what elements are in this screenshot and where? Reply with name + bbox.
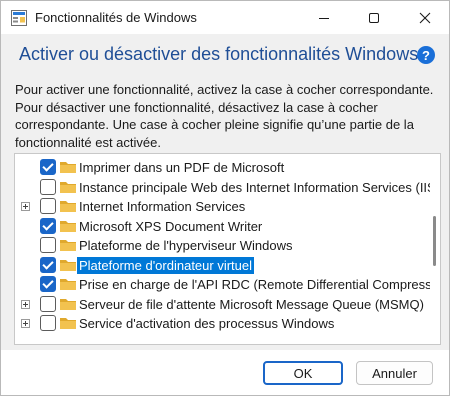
feature-label: Instance principale Web des Internet Inf… <box>79 179 436 195</box>
page-heading: Activer ou désactiver des fonctionnalité… <box>19 44 419 64</box>
folder-icon <box>60 259 76 271</box>
feature-row[interactable]: Plateforme d'ordinateur virtuel <box>15 256 425 275</box>
feature-row[interactable]: Plateforme de l'hyperviseur Windows <box>15 236 425 255</box>
dialog-footer: OK Annuler <box>1 350 449 395</box>
folder-icon <box>60 240 76 251</box>
feature-checkbox[interactable] <box>40 198 56 214</box>
feature-checkbox[interactable] <box>40 256 56 273</box>
folder-icon <box>60 201 76 212</box>
folder-icon <box>60 162 76 173</box>
title-bar[interactable]: Fonctionnalités de Windows <box>1 1 449 34</box>
windows-features-app-icon <box>11 10 27 26</box>
folder-icon <box>60 318 76 329</box>
feature-checkbox[interactable] <box>40 315 56 331</box>
expand-icon[interactable] <box>21 319 30 328</box>
feature-checkbox[interactable] <box>40 276 56 292</box>
feature-label: Microsoft XPS Document Writer <box>79 218 263 234</box>
feature-label: Plateforme d'ordinateur virtuel <box>77 256 255 274</box>
feature-row[interactable]: Service d'activation des processus Windo… <box>15 314 425 333</box>
close-button[interactable] <box>402 1 448 34</box>
maximize-icon <box>369 12 379 23</box>
close-icon <box>419 12 431 23</box>
feature-checkbox[interactable] <box>40 295 56 312</box>
folder-icon <box>60 298 76 310</box>
ok-button[interactable]: OK <box>263 361 343 385</box>
feature-row[interactable]: Instance principale Web des Internet Inf… <box>15 178 436 197</box>
feature-checkbox[interactable] <box>40 178 56 195</box>
feature-label: Serveur de file d'attente Microsoft Mess… <box>79 296 424 312</box>
feature-checkbox[interactable] <box>40 159 56 175</box>
content-area: Activer ou désactiver des fonctionnalité… <box>1 34 449 350</box>
expand-icon[interactable] <box>21 202 30 211</box>
feature-label: Service d'activation des processus Windo… <box>79 316 335 331</box>
feature-checkbox[interactable] <box>40 237 56 253</box>
help-icon[interactable]: ? <box>417 46 435 64</box>
folder-icon <box>60 279 76 290</box>
scrollbar-thumb[interactable] <box>433 216 436 266</box>
expand-icon[interactable] <box>21 299 30 309</box>
feature-row[interactable]: Microsoft XPS Document Writer <box>15 217 425 236</box>
feature-label: Plateforme de l'hyperviseur Windows <box>79 238 293 253</box>
feature-label: Prise en charge de l'API RDC (Remote Dif… <box>79 277 435 292</box>
folder-icon <box>60 220 76 232</box>
minimize-icon <box>319 17 329 19</box>
features-dialog: Fonctionnalités de Windows Activer ou dé… <box>0 0 450 396</box>
feature-row[interactable]: Imprimer dans un PDF de Microsoft <box>15 158 425 177</box>
scrollbar-track[interactable] <box>430 154 440 344</box>
feature-row[interactable]: Internet Information Services <box>15 197 425 216</box>
feature-checkbox[interactable] <box>40 217 56 234</box>
description-text: Pour activer une fonctionnalité, activez… <box>15 82 434 150</box>
folder-icon <box>60 181 76 193</box>
cancel-button[interactable]: Annuler <box>356 361 433 385</box>
maximize-button[interactable] <box>351 1 397 34</box>
feature-label: Imprimer dans un PDF de Microsoft <box>79 160 285 175</box>
feature-row[interactable]: Serveur de file d'attente Microsoft Mess… <box>15 295 425 314</box>
window-title: Fonctionnalités de Windows <box>35 10 197 25</box>
features-tree[interactable]: Imprimer dans un PDF de Microsoft Instanc… <box>14 153 441 345</box>
feature-row[interactable]: Prise en charge de l'API RDC (Remote Dif… <box>15 275 435 294</box>
feature-label: Internet Information Services <box>79 199 246 214</box>
minimize-button[interactable] <box>301 1 347 34</box>
